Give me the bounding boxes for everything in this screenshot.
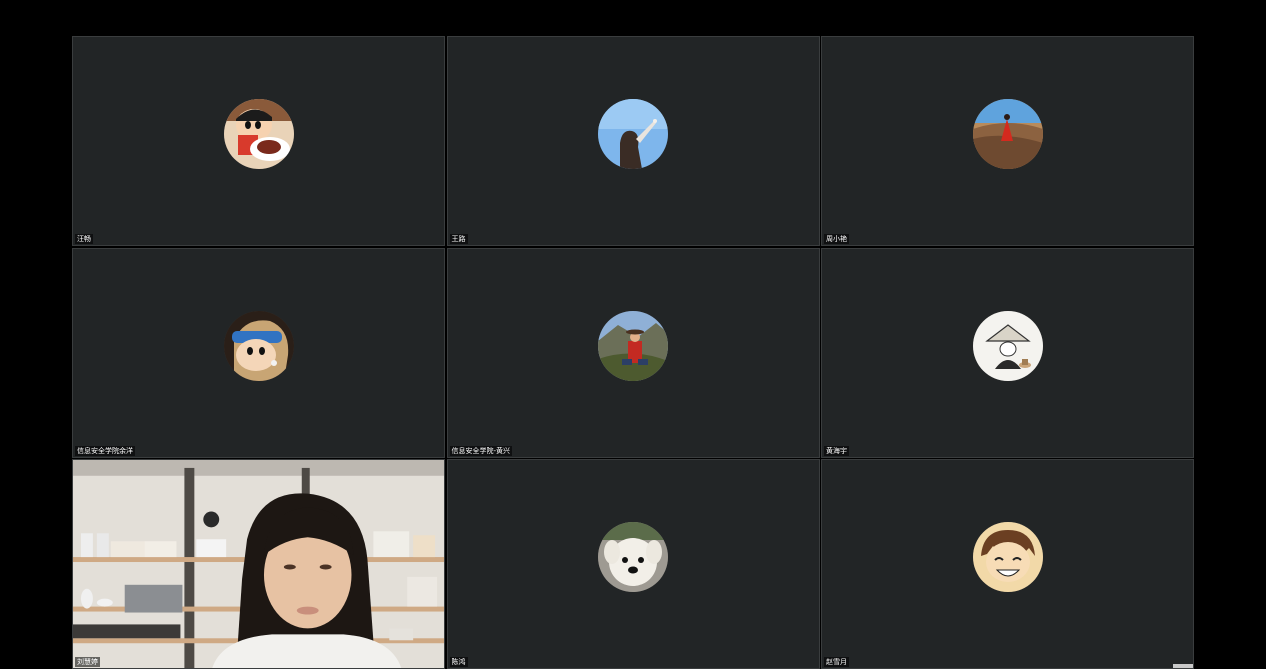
participant-name: 周小艳 — [824, 234, 849, 244]
anime-boy-smile-avatar-icon — [972, 522, 1043, 592]
participant-tile[interactable]: 信息安全学院余洋 — [72, 247, 445, 458]
participant-tile[interactable]: 陈鸿 — [446, 459, 820, 669]
participant-tile[interactable]: 汪畅 — [72, 36, 445, 246]
woman-sky-avatar-icon — [598, 99, 668, 169]
participant-name: 黄海宇 — [824, 445, 849, 456]
desert-red-dress-avatar-icon — [972, 99, 1043, 169]
participant-tile-video[interactable]: 刘慧婷 — [72, 459, 445, 669]
white-dog-avatar-icon — [598, 522, 668, 592]
live-camera-video — [73, 460, 444, 668]
participant-name: 信息安全学院余洋 — [75, 445, 135, 456]
scrollbar-handle[interactable] — [1173, 664, 1193, 668]
monk-ink-painting-avatar-icon — [972, 310, 1043, 381]
participant-name: 汪畅 — [75, 234, 93, 244]
crayon-shin-chan-pearl-earring-avatar-icon — [223, 310, 294, 381]
crayon-shin-chan-eating-avatar-icon — [223, 99, 294, 169]
participant-tile[interactable]: 王路 — [446, 36, 820, 246]
participant-tile[interactable]: 赵雪月 — [821, 459, 1194, 669]
participant-tile[interactable]: 周小艳 — [821, 36, 1194, 246]
participant-tile[interactable]: 黄海宇 — [821, 247, 1194, 458]
video-gallery-grid: 汪畅 王路 周小艳 信息安全学院余洋 信息安全学院-黄兴 黄海宇 刘慧婷 陈鸿 … — [72, 36, 1194, 669]
participant-name: 王路 — [449, 234, 468, 244]
man-red-shirt-hills-avatar-icon — [598, 310, 668, 381]
participant-name: 信息安全学院-黄兴 — [449, 445, 513, 456]
participant-tile[interactable]: 信息安全学院-黄兴 — [446, 247, 820, 458]
